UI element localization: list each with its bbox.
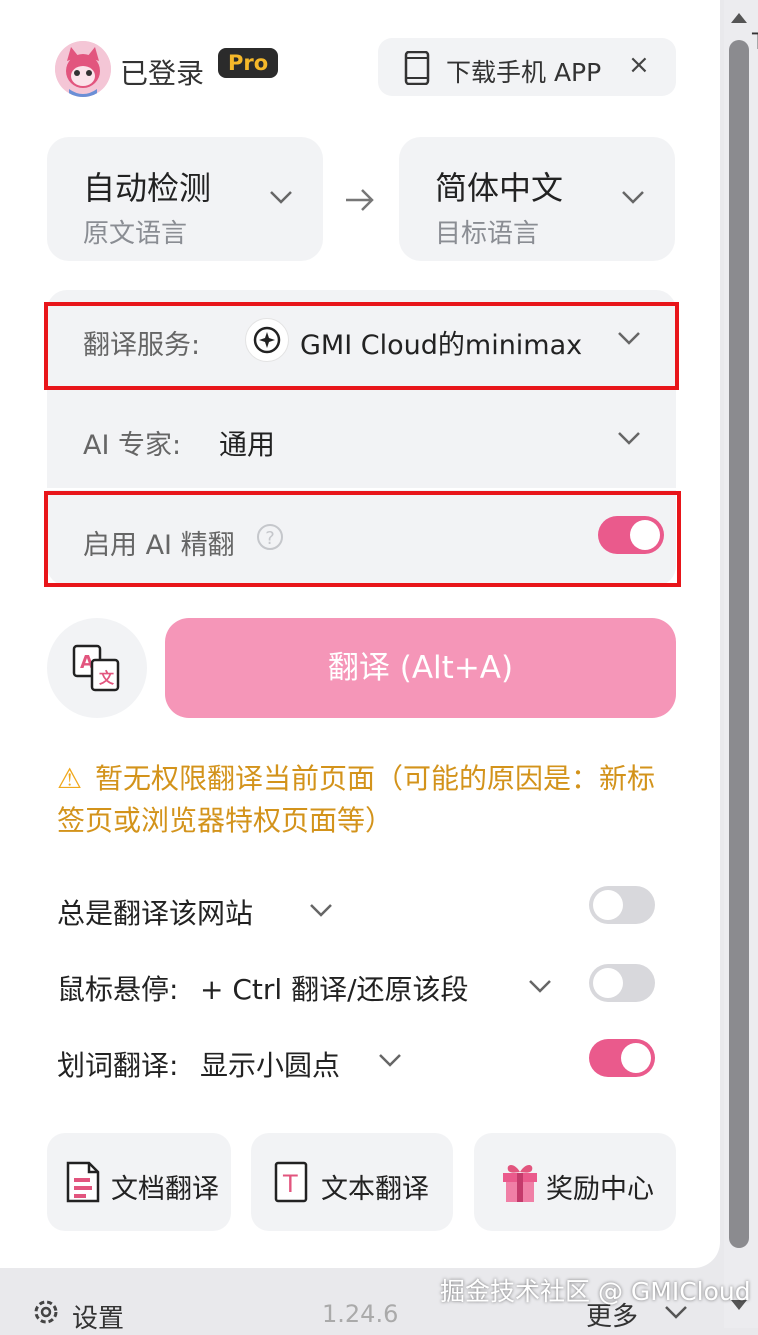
scrollbar-thumb[interactable] (729, 40, 749, 1248)
chevron-down-icon (622, 191, 644, 204)
toggle-knob (593, 890, 623, 920)
gear-icon[interactable] (30, 1296, 62, 1328)
target-language-select[interactable]: 简体中文 目标语言 (399, 137, 675, 261)
arrow-right-icon (346, 189, 374, 211)
always-translate-toggle[interactable] (589, 886, 655, 924)
document-translate-button[interactable]: 文档翻译 (47, 1133, 231, 1231)
chevron-down-icon[interactable] (309, 902, 333, 918)
chevron-down-icon[interactable] (378, 1052, 402, 1068)
ai-expert-value: 通用 (219, 428, 276, 461)
scroll-up-icon[interactable] (729, 10, 749, 26)
warning-icon: ⚠ (57, 762, 83, 795)
toggle-knob (621, 1043, 651, 1073)
source-language-value: 自动检测 (83, 169, 212, 207)
toggle-knob (593, 968, 623, 998)
text-translate-label: 文本翻译 (321, 1174, 429, 1205)
translate-icon: A 文 (72, 644, 120, 692)
login-status: 已登录 (120, 57, 205, 90)
text-translate-button[interactable]: T 文本翻译 (251, 1133, 453, 1231)
translator-popup-panel: 已登录 Pro 下载手机 APP × 自动检测 原文语言 简体中文 目标语言 翻… (0, 0, 720, 1268)
highlight-box-ai-refine (44, 491, 681, 587)
highlight-box-service (44, 302, 679, 390)
hover-value[interactable]: + Ctrl 翻译/还原该段 (200, 968, 469, 1008)
download-app-button[interactable]: 下载手机 APP × (378, 38, 676, 96)
download-app-label: 下载手机 APP (446, 58, 602, 87)
selection-translate-toggle[interactable] (589, 1039, 655, 1077)
warning-text: 暂无权限翻译当前页面（可能的原因是：新标签页或浏览器特权页面等） (57, 762, 656, 837)
settings-link[interactable]: 设置 (72, 1298, 124, 1335)
source-language-select[interactable]: 自动检测 原文语言 (47, 137, 323, 261)
document-translate-label: 文档翻译 (111, 1174, 219, 1205)
version-label: 1.24.6 (322, 1300, 399, 1328)
chevron-down-icon[interactable] (528, 978, 552, 994)
svg-text:T: T (282, 1170, 298, 1198)
chevron-down-icon (270, 191, 292, 204)
selection-translate-label: 划词翻译: (57, 1049, 179, 1082)
text-box-icon: T (274, 1161, 308, 1203)
permission-warning: ⚠ 暂无权限翻译当前页面（可能的原因是：新标签页或浏览器特权页面等） (57, 758, 677, 842)
target-language-caption: 目标语言 (435, 219, 540, 249)
watermark: 掘金技术社区 @ GMICloud (440, 1277, 751, 1306)
hover-translate-toggle[interactable] (589, 964, 655, 1002)
avatar[interactable] (55, 41, 111, 97)
document-icon (66, 1161, 100, 1203)
selection-translate-value[interactable]: 显示小圆点 (200, 1044, 340, 1084)
chevron-down-icon (618, 432, 640, 445)
avatar-cat-icon (55, 41, 111, 97)
pro-badge: Pro (218, 48, 279, 78)
edge-fragment: T (752, 30, 758, 55)
svg-text:文: 文 (99, 669, 115, 687)
translate-button[interactable]: 翻译 (Alt+A) (165, 618, 676, 718)
gift-icon (503, 1165, 537, 1202)
always-translate-label[interactable]: 总是翻译该网站 (57, 892, 253, 932)
ai-expert-select[interactable]: AI 专家: 通用 (47, 390, 676, 488)
rewards-center-button[interactable]: 奖励中心 (474, 1133, 676, 1231)
source-language-caption: 原文语言 (83, 219, 188, 249)
translate-mode-button[interactable]: A 文 (47, 618, 147, 718)
phone-icon (404, 51, 430, 85)
close-icon[interactable]: × (628, 50, 650, 80)
ai-expert-label: AI 专家: (83, 430, 182, 461)
hover-label: 鼠标悬停: (57, 973, 179, 1006)
rewards-center-label: 奖励中心 (546, 1174, 654, 1205)
target-language-value: 简体中文 (435, 169, 564, 207)
